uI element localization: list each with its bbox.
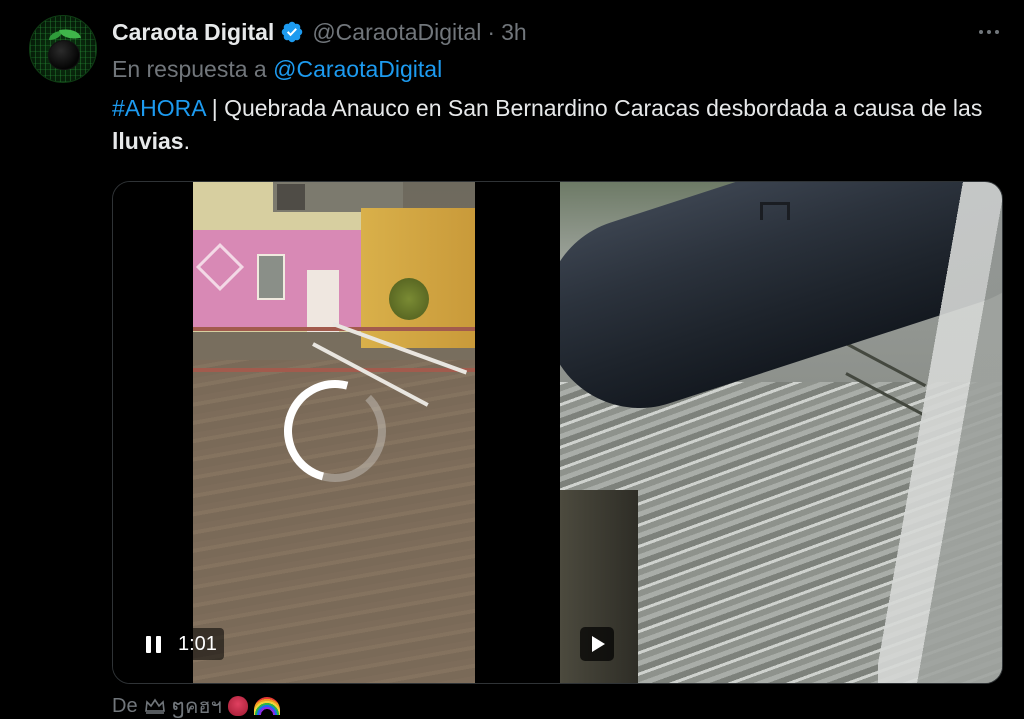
tweet-header: Caraota Digital @CaraotaDigital · 3h <box>112 16 527 48</box>
tweet-text-bold: lluvias <box>112 128 184 154</box>
play-icon[interactable] <box>580 627 614 661</box>
media-grid: 1:01 <box>112 181 1003 684</box>
timestamp[interactable]: 3h <box>501 19 527 46</box>
tweet: Caraota Digital @CaraotaDigital · 3h En … <box>0 0 1024 719</box>
footer-user-name[interactable]: ໆคฮฯ <box>172 690 222 719</box>
separator: · <box>487 18 496 45</box>
display-name[interactable]: Caraota Digital <box>112 19 274 46</box>
video-player-right[interactable] <box>560 182 1002 683</box>
heart-emoji-icon <box>227 696 248 716</box>
video-frame-right <box>560 182 1002 683</box>
footer-context: De ໆคฮฯ <box>112 690 280 719</box>
video-time: 1:01 <box>171 628 224 660</box>
hashtag-link[interactable]: #AHORA <box>112 95 205 121</box>
avatar[interactable] <box>29 15 97 83</box>
verified-badge-icon[interactable] <box>280 20 304 44</box>
tweet-text-body: | Quebrada Anauco en San Bernardino Cara… <box>205 95 983 121</box>
video-player-left[interactable]: 1:01 <box>113 182 556 683</box>
rainbow-emoji-icon <box>253 697 280 715</box>
reply-prefix: En respuesta a <box>112 56 267 82</box>
more-options-icon[interactable] <box>972 18 1006 46</box>
reply-mention-link[interactable]: @CaraotaDigital <box>273 56 442 82</box>
reply-context: En respuesta a @CaraotaDigital <box>112 56 442 83</box>
tweet-text: #AHORA | Quebrada Anauco en San Bernardi… <box>112 92 992 158</box>
apple-logo-icon <box>48 40 80 70</box>
tweet-text-end: . <box>183 128 190 154</box>
footer-prefix: De <box>112 694 138 717</box>
handle[interactable]: @CaraotaDigital <box>312 19 481 46</box>
crown-icon <box>144 697 166 715</box>
pause-icon[interactable] <box>133 627 173 661</box>
